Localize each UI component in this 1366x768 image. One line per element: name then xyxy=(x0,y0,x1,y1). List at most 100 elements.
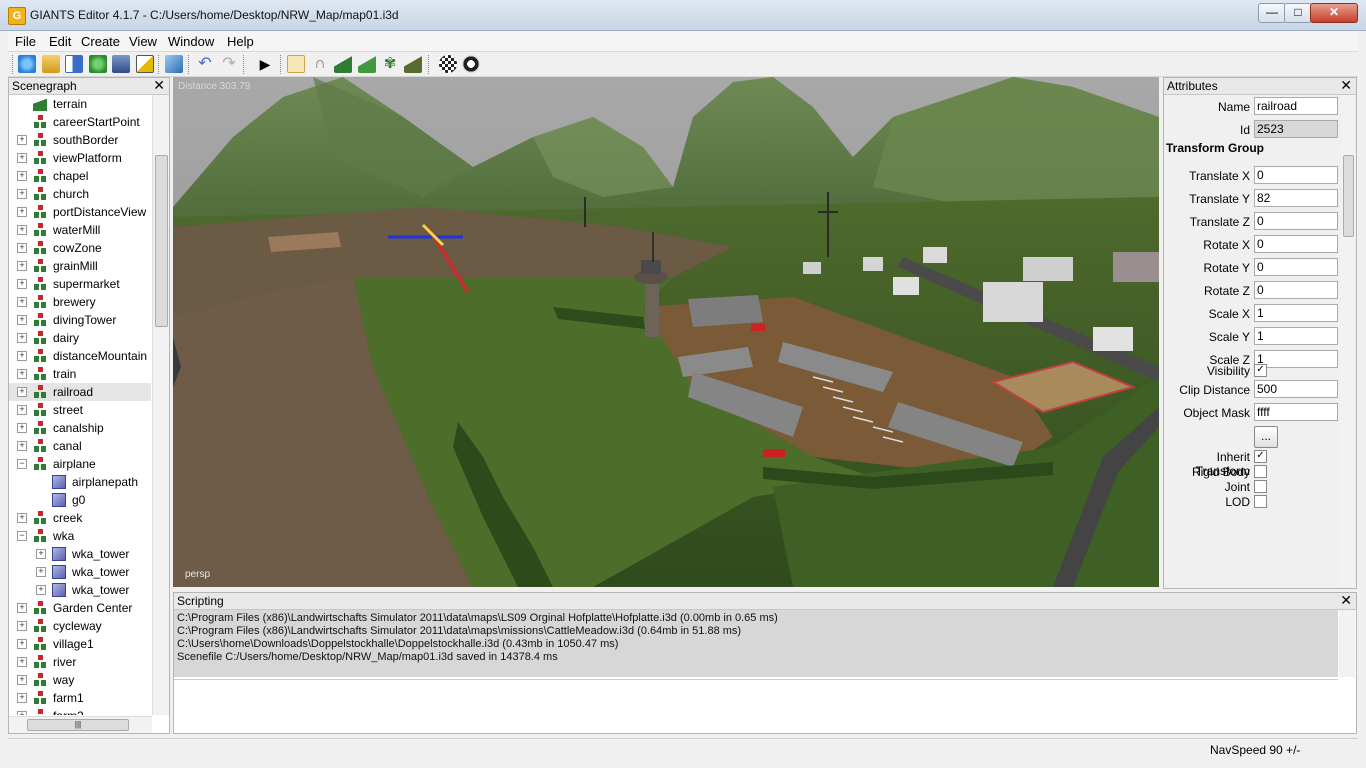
tree-item[interactable]: + farm2 xyxy=(9,707,151,715)
inherit-transform-checkbox[interactable]: ✓ xyxy=(1254,450,1267,463)
tree-expander-icon[interactable]: + xyxy=(17,153,27,163)
field-input[interactable]: 1 xyxy=(1254,304,1338,322)
tree-item[interactable]: + cowZone xyxy=(9,239,151,257)
tree-expander-icon[interactable]: + xyxy=(17,189,27,199)
tree-item[interactable]: + wka_tower xyxy=(9,581,151,599)
object-mask-field[interactable]: ffff xyxy=(1254,403,1338,421)
tree-expander-icon[interactable]: + xyxy=(17,279,27,289)
maximize-button[interactable]: □ xyxy=(1284,3,1312,23)
tree-expander-icon[interactable]: + xyxy=(17,369,27,379)
field-input[interactable]: 82 xyxy=(1254,189,1338,207)
tree-item[interactable]: + railroad xyxy=(9,383,151,401)
close-window-button[interactable]: ✕ xyxy=(1310,3,1358,23)
tree-item[interactable]: − airplane xyxy=(9,455,151,473)
tree-item[interactable]: + river xyxy=(9,653,151,671)
tree-expander-icon[interactable]: + xyxy=(17,441,27,451)
field-input[interactable]: 0 xyxy=(1254,281,1338,299)
magnet-icon[interactable]: ∩ xyxy=(311,55,329,73)
scripting-close-icon[interactable]: ✕ xyxy=(1340,592,1352,609)
tree-expander-icon[interactable]: + xyxy=(17,333,27,343)
field-input[interactable]: 0 xyxy=(1254,235,1338,253)
joint-checkbox[interactable] xyxy=(1254,480,1267,493)
refresh-icon[interactable] xyxy=(89,55,107,73)
tree-item[interactable]: + grainMill xyxy=(9,257,151,275)
tree-item[interactable]: terrain xyxy=(9,95,151,113)
document-list-icon[interactable] xyxy=(65,55,83,73)
menu-file[interactable]: File xyxy=(15,34,36,49)
tree-item[interactable]: + canalship xyxy=(9,419,151,437)
redo-icon[interactable]: ↷ xyxy=(220,55,238,73)
save-as-icon[interactable] xyxy=(136,55,154,73)
tree-item[interactable]: + wka_tower xyxy=(9,545,151,563)
tree-item[interactable]: + street xyxy=(9,401,151,419)
visibility-checkbox[interactable]: ✓ xyxy=(1254,364,1267,377)
tree-expander-icon[interactable]: − xyxy=(17,531,27,541)
menu-create[interactable]: Create xyxy=(81,34,120,49)
tree-expander-icon[interactable]: + xyxy=(17,639,27,649)
tree-expander-icon[interactable]: + xyxy=(17,711,27,715)
name-field[interactable]: railroad xyxy=(1254,97,1338,115)
tree-item[interactable]: + divingTower xyxy=(9,311,151,329)
tree-expander-icon[interactable]: + xyxy=(17,675,27,685)
scenegraph-close-icon[interactable]: ✕ xyxy=(153,77,165,94)
clip-distance-field[interactable]: 500 xyxy=(1254,380,1338,398)
scenegraph-vertical-scrollbar[interactable] xyxy=(152,95,169,715)
tree-item[interactable]: + way xyxy=(9,671,151,689)
debug-icon[interactable] xyxy=(462,55,480,73)
minimize-button[interactable]: — xyxy=(1258,3,1286,23)
menu-edit[interactable]: Edit xyxy=(49,34,71,49)
attributes-vertical-scrollbar[interactable] xyxy=(1341,95,1355,587)
tree-expander-icon[interactable]: + xyxy=(17,405,27,415)
tree-expander-icon[interactable]: + xyxy=(17,387,27,397)
tree-item[interactable]: + canal xyxy=(9,437,151,455)
menu-window[interactable]: Window xyxy=(168,34,214,49)
tree-item[interactable]: g0 xyxy=(9,491,151,509)
object-mask-more-button[interactable]: ... xyxy=(1254,426,1278,448)
tree-expander-icon[interactable]: + xyxy=(17,171,27,181)
tree-expander-icon[interactable]: + xyxy=(17,603,27,613)
tree-expander-icon[interactable]: + xyxy=(36,567,46,577)
checker-settings-icon[interactable] xyxy=(439,55,457,73)
new-scene-icon[interactable] xyxy=(18,55,36,73)
tree-item[interactable]: + Garden Center xyxy=(9,599,151,617)
undo-icon[interactable]: ↶ xyxy=(196,55,214,73)
terrain-paint-icon[interactable] xyxy=(358,55,376,73)
script-log-scrollbar[interactable] xyxy=(1339,610,1355,677)
menu-view[interactable]: View xyxy=(129,34,157,49)
tree-expander-icon[interactable]: − xyxy=(17,459,27,469)
tree-item[interactable]: + church xyxy=(9,185,151,203)
tree-item[interactable]: + viewPlatform xyxy=(9,149,151,167)
tree-item[interactable]: + dairy xyxy=(9,329,151,347)
tree-item[interactable]: + distanceMountain xyxy=(9,347,151,365)
field-input[interactable]: 0 xyxy=(1254,258,1338,276)
script-input[interactable] xyxy=(174,679,1338,732)
field-input[interactable]: 1 xyxy=(1254,327,1338,345)
scrollbar-thumb[interactable]: ||| xyxy=(27,719,129,731)
tree-item[interactable]: + wka_tower xyxy=(9,563,151,581)
terrain-sculpt-icon[interactable] xyxy=(334,55,352,73)
attributes-close-icon[interactable]: ✕ xyxy=(1340,77,1352,94)
tree-expander-icon[interactable]: + xyxy=(17,351,27,361)
tree-expander-icon[interactable]: + xyxy=(17,135,27,145)
tree-expander-icon[interactable]: + xyxy=(17,225,27,235)
tree-expander-icon[interactable]: + xyxy=(17,657,27,667)
select-mode-icon[interactable] xyxy=(287,55,305,73)
tree-expander-icon[interactable]: + xyxy=(17,261,27,271)
scrollbar-thumb[interactable] xyxy=(1343,155,1354,237)
import-icon[interactable] xyxy=(165,55,183,73)
scrollbar-thumb[interactable] xyxy=(155,155,168,327)
tree-expander-icon[interactable]: + xyxy=(17,315,27,325)
field-input[interactable]: 0 xyxy=(1254,166,1338,184)
menu-help[interactable]: Help xyxy=(227,34,254,49)
tree-item[interactable]: + portDistanceView xyxy=(9,203,151,221)
tree-item[interactable]: + supermarket xyxy=(9,275,151,293)
play-icon[interactable]: ▶ xyxy=(256,55,274,73)
tree-item[interactable]: + train xyxy=(9,365,151,383)
tree-item[interactable]: + farm1 xyxy=(9,689,151,707)
tree-expander-icon[interactable]: + xyxy=(17,297,27,307)
tree-expander-icon[interactable]: + xyxy=(17,423,27,433)
scenegraph-horizontal-scrollbar[interactable]: ||| xyxy=(9,716,152,733)
tree-expander-icon[interactable]: + xyxy=(17,621,27,631)
tree-item[interactable]: airplanepath xyxy=(9,473,151,491)
rigid-body-checkbox[interactable] xyxy=(1254,465,1267,478)
